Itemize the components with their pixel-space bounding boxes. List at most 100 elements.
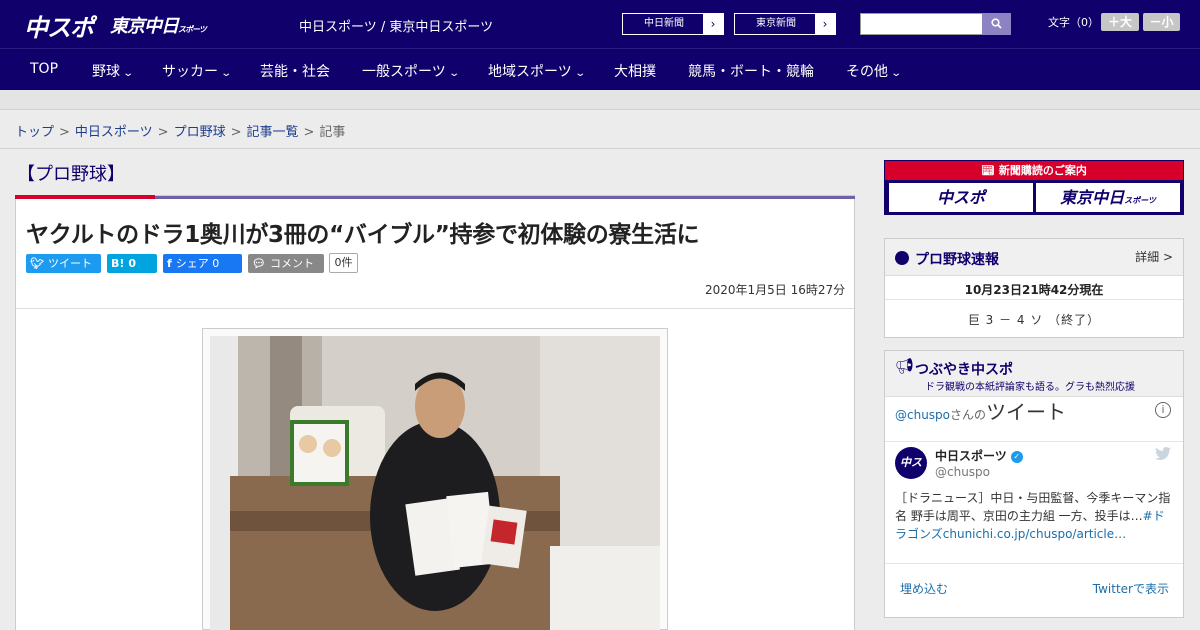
facebook-share-button[interactable]: f シェア 0 bbox=[163, 254, 242, 273]
chuspo-logo[interactable]: 中スポ bbox=[24, 8, 94, 43]
tweet-author-name[interactable]: 中日スポーツ ✓ bbox=[935, 447, 1023, 464]
score-timestamp: 10月23日21時42分現在 bbox=[964, 283, 1104, 297]
promo-title: 📰︎ 新聞購読のご案内 bbox=[885, 161, 1183, 180]
tweet-author-handle[interactable]: @chuspo bbox=[935, 465, 990, 479]
chevron-down-icon: ⌄ bbox=[220, 68, 233, 79]
search-icon bbox=[991, 18, 1002, 29]
breadcrumb-sep: > bbox=[303, 125, 315, 140]
promo-tokyo-chunichi[interactable]: 東京中日スポーツ bbox=[1036, 183, 1180, 212]
tweet-button[interactable]: 🐦︎ ツイート bbox=[26, 254, 101, 273]
main-nav: TOP 野球 ⌄ サッカー ⌄ 芸能・社会 一般スポーツ ⌄ 地域スポーツ ⌄ 大相撲 … bbox=[0, 48, 1200, 90]
breadcrumb-pro-baseball[interactable]: プロ野球 bbox=[174, 125, 226, 140]
view-on-twitter-link[interactable]: Twitterで表示 bbox=[1093, 580, 1169, 597]
hatena-icon: B! bbox=[111, 257, 125, 270]
nav-label: サッカー bbox=[162, 64, 218, 80]
tweet-footer-divider bbox=[885, 563, 1183, 564]
verified-icon: ✓ bbox=[1010, 451, 1023, 463]
chevron-down-icon: ⌄ bbox=[448, 68, 460, 79]
nav-item-general-sports[interactable]: 一般スポーツ ⌄ bbox=[362, 61, 460, 81]
facebook-count: 0 bbox=[212, 257, 220, 270]
tokyo-shimbun-button[interactable]: 東京新聞 › bbox=[734, 13, 836, 35]
photo-illustration bbox=[210, 336, 660, 630]
font-larger-button[interactable]: ＋大 bbox=[1101, 13, 1139, 31]
breadcrumb-current: 記事 bbox=[319, 125, 346, 140]
breadcrumb-chunichi-sports[interactable]: 中日スポーツ bbox=[75, 125, 153, 140]
nav-item-regional-sports[interactable]: 地域スポーツ ⌄ bbox=[488, 61, 586, 81]
comment-count: 0件 bbox=[329, 253, 358, 273]
chevron-down-icon: ⌄ bbox=[574, 68, 586, 79]
site-title-link[interactable]: 中日スポーツ / 東京中日スポーツ bbox=[299, 16, 493, 35]
embed-link[interactable]: 埋め込む bbox=[900, 580, 948, 597]
timeline-title: ツイート bbox=[986, 400, 1067, 424]
promo-chuspo[interactable]: 中スポ bbox=[889, 183, 1033, 212]
panel-header: 📢︎ つぶやき中スポ ドラ観戦の本紙評論家も語る。グラも熱烈応援 bbox=[885, 351, 1183, 397]
subscription-promo[interactable]: 📰︎ 新聞購読のご案内 中スポ 東京中日スポーツ bbox=[884, 160, 1184, 215]
nav-item-top[interactable]: TOP bbox=[30, 61, 58, 77]
timeline-handle[interactable]: @chuspo bbox=[895, 408, 950, 422]
top-bar: 中スポ 東京中日スポーツ 中日スポーツ / 東京中日スポーツ 中日新聞 › 東京… bbox=[0, 0, 1200, 48]
game-score[interactable]: 巨 3 － 4 ソ （終了） bbox=[885, 311, 1183, 328]
search-button[interactable] bbox=[982, 13, 1011, 35]
nav-label: 大相撲 bbox=[614, 64, 656, 80]
article-photo[interactable] bbox=[210, 336, 660, 630]
megaphone-icon: 📢︎ bbox=[895, 357, 915, 375]
breadcrumb-divider bbox=[0, 148, 1200, 149]
chunichi-shimbun-button[interactable]: 中日新聞 › bbox=[622, 13, 724, 35]
facebook-label: シェア bbox=[175, 257, 209, 270]
tokyo-chunichi-logo[interactable]: 東京中日スポーツ bbox=[110, 12, 207, 38]
nav-item-racing[interactable]: 競馬・ボート・競輪 bbox=[688, 61, 814, 81]
nav-label: 一般スポーツ bbox=[362, 64, 446, 80]
category-bar-accent bbox=[15, 195, 155, 199]
comment-button[interactable]: 💬︎ コメント bbox=[248, 254, 324, 273]
avatar[interactable]: 中スポ bbox=[895, 447, 927, 501]
font-size-label: 文字（0） bbox=[1048, 16, 1099, 29]
tokyo-logo-text: 東京中日 bbox=[110, 16, 179, 37]
timeline-handle-suffix: さんの bbox=[950, 408, 987, 422]
nav-item-other[interactable]: その他 ⌄ bbox=[846, 61, 903, 81]
twitter-bird-icon: 🐦︎ bbox=[30, 257, 44, 270]
nav-label: 芸能・社会 bbox=[260, 64, 330, 80]
nav-item-soccer[interactable]: サッカー ⌄ bbox=[162, 61, 233, 81]
nav-label: TOP bbox=[30, 61, 59, 77]
hatena-bookmark-button[interactable]: B! 0 bbox=[107, 254, 157, 273]
tweets-panel: 📢︎ つぶやき中スポ ドラ観戦の本紙評論家も語る。グラも熱烈応援 @chuspo… bbox=[884, 350, 1184, 618]
twitter-bird-icon[interactable] bbox=[1155, 447, 1171, 460]
promo-title-text: 新聞購読のご案内 bbox=[998, 164, 1087, 177]
breadcrumb-top[interactable]: トップ bbox=[15, 125, 54, 140]
baseball-icon bbox=[895, 251, 909, 265]
info-icon[interactable]: i bbox=[1155, 402, 1171, 418]
panel-header: プロ野球速報 詳細 > bbox=[885, 239, 1183, 276]
chevron-right-icon: › bbox=[815, 14, 835, 34]
category-title: 【プロ野球】 bbox=[17, 164, 125, 185]
speech-bubble-icon: 💬︎ bbox=[252, 257, 266, 270]
baseball-detail-link[interactable]: 詳細 > bbox=[1135, 248, 1173, 265]
facebook-icon: f bbox=[167, 257, 172, 270]
nav-label: 野球 bbox=[92, 64, 120, 80]
breadcrumb: トップ > 中日スポーツ > プロ野球 > 記事一覧 > 記事 bbox=[15, 121, 345, 140]
chevron-down-icon: ⌄ bbox=[122, 68, 135, 79]
nav-item-entertainment[interactable]: 芸能・社会 bbox=[260, 61, 330, 81]
search-input[interactable] bbox=[860, 13, 983, 35]
nav-item-baseball[interactable]: 野球 ⌄ bbox=[92, 61, 135, 81]
nav-label: その他 bbox=[846, 64, 888, 80]
nav-label: 競馬・ボート・競輪 bbox=[688, 64, 814, 80]
timeline-divider bbox=[885, 441, 1183, 442]
chevron-down-icon: ⌄ bbox=[890, 68, 903, 79]
tokyo-logo-small: スポーツ bbox=[178, 25, 207, 34]
category-bar bbox=[155, 196, 855, 199]
article-headline: ヤクルトのドラ1奥川が3冊の“バイブル”持参で初体験の寮生活に bbox=[26, 222, 700, 248]
tweet-text: ［ドラニュース］中日・与田監督、今季キーマン指名 野手は周平、京田の主力組 一方… bbox=[895, 489, 1175, 543]
chevron-right-icon: › bbox=[703, 14, 723, 34]
nav-item-sumo[interactable]: 大相撲 bbox=[614, 61, 656, 81]
promo-tokyo-small: スポーツ bbox=[1124, 196, 1156, 205]
tweet-label: ツイート bbox=[47, 257, 92, 270]
tweets-panel-title: つぶやき中スポ bbox=[915, 362, 1013, 378]
breadcrumb-article-list[interactable]: 記事一覧 bbox=[247, 125, 299, 140]
comment-label: コメント bbox=[269, 257, 314, 270]
ext-link-label: 東京新聞 bbox=[756, 18, 796, 29]
ext-link-label: 中日新聞 bbox=[644, 18, 684, 29]
promo-tokyo-text: 東京中日 bbox=[1060, 188, 1125, 207]
baseball-panel-title: プロ野球速報 bbox=[915, 252, 999, 268]
score-divider bbox=[885, 299, 1183, 300]
font-smaller-button[interactable]: －小 bbox=[1143, 13, 1180, 31]
